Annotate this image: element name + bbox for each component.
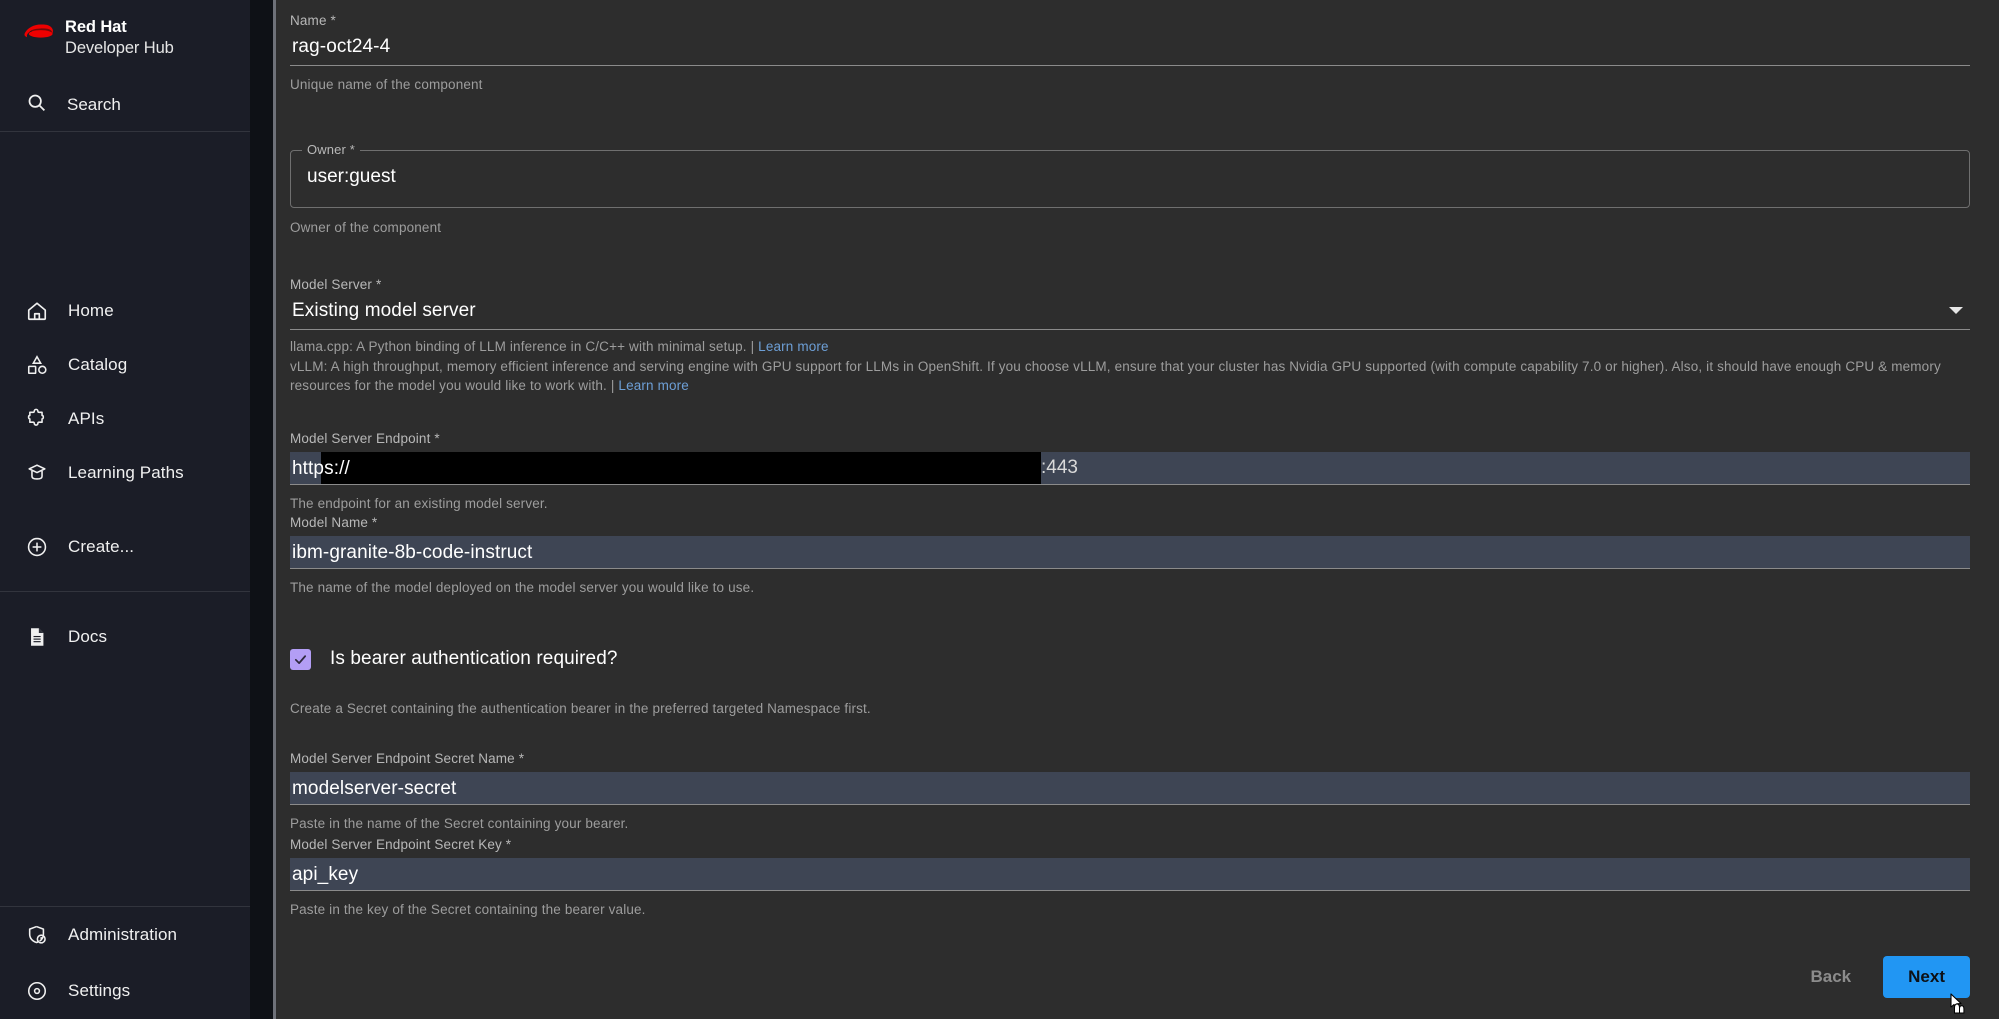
- owner-input[interactable]: user:guest: [307, 166, 396, 188]
- sidebar-item-docs[interactable]: Docs: [0, 610, 250, 664]
- vllm-learn-more-link[interactable]: Learn more: [618, 378, 689, 393]
- sidebar-divider-top: [0, 131, 250, 132]
- brand-line-2: Developer Hub: [65, 38, 174, 57]
- sidebar-item-catalog[interactable]: Catalog: [0, 338, 250, 392]
- field-secret-name-help: Paste in the name of the Secret containi…: [290, 816, 629, 831]
- sidebar-item-settings-label: Settings: [68, 981, 131, 1000]
- endpoint-value-prefix: https://: [292, 457, 350, 479]
- sidebar-item-learning-paths[interactable]: Learning Paths: [0, 446, 250, 500]
- field-name-help: Unique name of the component: [290, 77, 483, 92]
- sidebar-item-home-label: Home: [68, 301, 114, 320]
- field-owner[interactable]: Owner * user:guest: [290, 142, 1970, 208]
- endpoint-value-suffix: :443: [1041, 457, 1078, 478]
- sidebar-divider-docs: [0, 591, 250, 592]
- secret-key-value: api_key: [292, 863, 359, 885]
- field-model-server-label: Model Server *: [290, 277, 382, 292]
- back-button[interactable]: Back: [1793, 957, 1870, 997]
- bearer-auth-checkbox[interactable]: [290, 648, 311, 670]
- field-secret-key-label: Model Server Endpoint Secret Key *: [290, 837, 512, 852]
- sidebar-item-create[interactable]: Create...: [0, 520, 250, 574]
- document-icon: [26, 626, 48, 648]
- document-glyph: [31, 628, 44, 646]
- field-endpoint: Model Server Endpoint * https:// :443 Th…: [290, 431, 1970, 514]
- field-owner-help: Owner of the component: [290, 220, 442, 235]
- model-server-select[interactable]: Existing model server: [290, 292, 1970, 329]
- sidebar-item-search-label: Search: [67, 95, 121, 114]
- model-name-value: ibm-granite-8b-code-instruct: [292, 541, 533, 563]
- home-icon: [26, 300, 48, 322]
- sidebar-item-home[interactable]: Home: [0, 284, 250, 338]
- sidebar-bottom-nav: Administration Settings: [0, 906, 250, 1019]
- field-secret-key-help: Paste in the key of the Secret containin…: [290, 902, 646, 917]
- sidebar-item-apis-label: APIs: [68, 409, 105, 428]
- sidebar-item-administration-label: Administration: [68, 925, 178, 944]
- llama-help-text: llama.cpp: A Python binding of LLM infer…: [290, 339, 759, 354]
- sidebar-primary-nav: Home Catalog APIs Learning Paths Create.…: [0, 262, 250, 574]
- sidebar-item-learning-paths-label: Learning Paths: [68, 463, 184, 482]
- field-endpoint-help: The endpoint for an existing model serve…: [290, 496, 548, 511]
- llama-learn-more-link[interactable]: Learn more: [758, 339, 829, 354]
- graduation-cap-icon: [26, 462, 48, 484]
- endpoint-redaction-bar: [321, 452, 1041, 484]
- field-model-name-help: The name of the model deployed on the mo…: [290, 580, 755, 595]
- field-name-label: Name *: [290, 13, 336, 28]
- brand-line-1: Red Hat: [65, 18, 127, 36]
- field-model-name-label: Model Name *: [290, 515, 378, 530]
- secret-key-input[interactable]: api_key: [290, 858, 1970, 890]
- field-model-server-help-llama: llama.cpp: A Python binding of LLM infer…: [290, 337, 1970, 357]
- sidebar: Red Hat Developer Hub Search Home Catalo…: [0, 0, 250, 1019]
- owner-input-outline: [290, 150, 1970, 208]
- sidebar-item-create-label: Create...: [68, 537, 135, 556]
- chevron-down-icon: [1949, 307, 1963, 314]
- wizard-footer: Back Next: [1793, 956, 1970, 998]
- sidebar-item-docs-label: Docs: [68, 627, 108, 646]
- field-model-server: Model Server * Existing model server lla…: [290, 277, 1970, 396]
- field-owner-label: Owner *: [302, 142, 361, 157]
- field-name: Name * rag-oct24-4 Unique name of the co…: [290, 13, 1970, 95]
- model-server-help-block: llama.cpp: A Python binding of LLM infer…: [290, 330, 1970, 396]
- model-name-input[interactable]: ibm-granite-8b-code-instruct: [290, 536, 1970, 568]
- gear-settings-icon: [26, 980, 48, 1002]
- sidebar-item-search[interactable]: Search: [0, 78, 250, 132]
- red-hat-logo-icon: [24, 24, 53, 38]
- field-secret-name-label: Model Server Endpoint Secret Name *: [290, 751, 525, 766]
- name-input[interactable]: rag-oct24-4: [290, 28, 1970, 65]
- catalog-icon: [26, 354, 48, 376]
- shield-admin-icon: [26, 924, 48, 946]
- sidebar-item-administration[interactable]: Administration: [0, 907, 250, 963]
- field-endpoint-label: Model Server Endpoint *: [290, 431, 440, 446]
- endpoint-input[interactable]: https:// :443: [290, 452, 1970, 484]
- checkmark-icon: [294, 654, 307, 664]
- plus-circle-icon: [26, 536, 48, 558]
- field-model-server-help-vllm: vLLM: A high throughput, memory efficien…: [290, 357, 1970, 396]
- next-button[interactable]: Next: [1883, 956, 1970, 998]
- scaffolder-form: Name * rag-oct24-4 Unique name of the co…: [276, 0, 1999, 1019]
- secret-name-value: modelserver-secret: [292, 777, 457, 799]
- vllm-help-text: vLLM: A high throughput, memory efficien…: [290, 358, 1941, 394]
- field-secret-key: Model Server Endpoint Secret Key * api_k…: [290, 837, 1970, 920]
- bearer-auth-help: Create a Secret containing the authentic…: [290, 701, 871, 716]
- content-gutter: [250, 0, 276, 1019]
- sidebar-item-catalog-label: Catalog: [68, 355, 128, 374]
- main-content: Name * rag-oct24-4 Unique name of the co…: [276, 0, 1999, 1019]
- brand-text: Red Hat Developer Hub: [65, 17, 174, 58]
- bearer-auth-label: Is bearer authentication required?: [330, 648, 618, 669]
- model-server-selected-value: Existing model server: [292, 300, 476, 321]
- sidebar-item-apis[interactable]: APIs: [0, 392, 250, 446]
- sidebar-item-settings[interactable]: Settings: [0, 963, 250, 1019]
- field-model-name: Model Name * ibm-granite-8b-code-instruc…: [290, 515, 1970, 598]
- app-root: Red Hat Developer Hub Search Home Catalo…: [0, 0, 1999, 1019]
- search-icon: [26, 92, 47, 118]
- secret-name-input[interactable]: modelserver-secret: [290, 772, 1970, 804]
- field-secret-name: Model Server Endpoint Secret Name * mode…: [290, 751, 1970, 834]
- bearer-auth-checkbox-row[interactable]: Is bearer authentication required?: [290, 648, 618, 670]
- apis-puzzle-icon: [26, 408, 48, 430]
